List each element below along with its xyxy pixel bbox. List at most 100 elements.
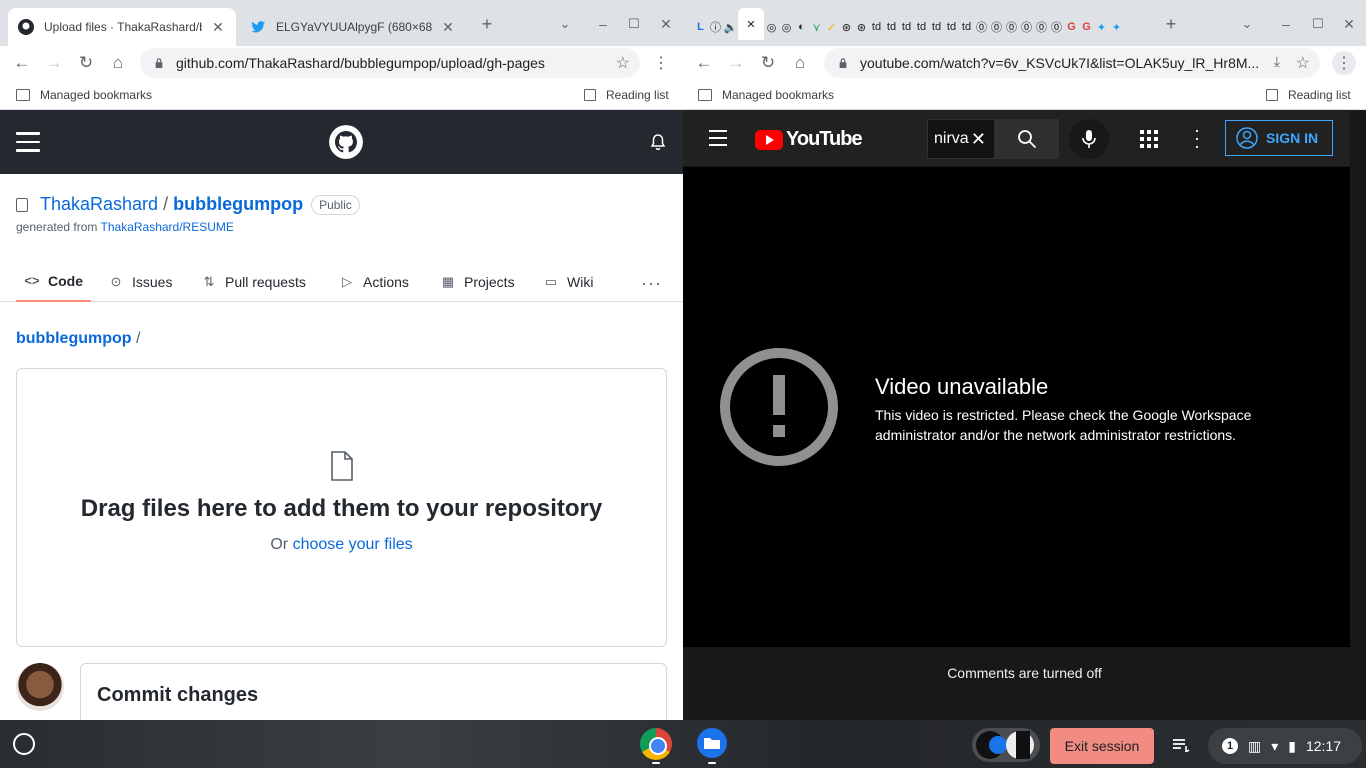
- back-icon[interactable]: ←: [692, 51, 716, 75]
- tab-pull-requests[interactable]: ⇅ Pull requests: [201, 261, 306, 302]
- google-favicon-icon[interactable]: G: [1079, 18, 1094, 36]
- mini-tab-icon[interactable]: td: [869, 18, 884, 36]
- mini-tab-icon[interactable]: ◐: [794, 18, 809, 36]
- managed-bookmarks[interactable]: Managed bookmarks: [16, 88, 152, 102]
- close-tab-icon[interactable]: ✕: [440, 19, 456, 36]
- clear-search-icon[interactable]: ✕: [971, 129, 986, 150]
- reload-icon[interactable]: ↻: [756, 51, 780, 75]
- minimize-icon[interactable]: –: [591, 12, 615, 36]
- hamburger-menu-icon[interactable]: [709, 130, 727, 151]
- choose-files-link[interactable]: choose your files: [293, 536, 413, 553]
- address-bar[interactable]: youtube.com/watch?v=6v_KSVcUk7I&list=OLA…: [824, 48, 1320, 78]
- tab-code[interactable]: <> Code: [16, 261, 91, 302]
- files-app-icon[interactable]: [697, 728, 727, 758]
- bookmark-star-icon[interactable]: ☆: [616, 53, 630, 73]
- youtube-logo[interactable]: YouTube: [755, 128, 863, 151]
- mini-tab-icon[interactable]: ⋎: [809, 18, 824, 36]
- mini-tab-icon[interactable]: ⓪: [1019, 18, 1034, 36]
- tab-search-icon[interactable]: ⌄: [553, 12, 577, 36]
- mini-tab-icon[interactable]: ⓪: [989, 18, 1004, 36]
- repo-owner-link[interactable]: ThakaRashard: [40, 194, 158, 215]
- page-scrollbar[interactable]: [1350, 111, 1366, 647]
- minimize-icon[interactable]: –: [1274, 12, 1298, 36]
- search-input[interactable]: nirva ✕: [927, 119, 995, 159]
- new-tab-button[interactable]: +: [475, 12, 499, 36]
- clipboard-list-icon[interactable]: [1172, 738, 1190, 752]
- speaker-icon[interactable]: 🔈: [723, 18, 738, 36]
- mini-tab-icon[interactable]: td: [914, 18, 929, 36]
- close-window-icon[interactable]: ✕: [1337, 12, 1361, 36]
- commit-title: Commit changes: [97, 684, 259, 706]
- close-active-tab-icon[interactable]: ✕: [738, 8, 764, 40]
- mini-tab-icon[interactable]: ⓪: [1004, 18, 1019, 36]
- twitter-favicon-icon[interactable]: ✦: [1109, 18, 1124, 36]
- mini-tab-icon[interactable]: td: [899, 18, 914, 36]
- tab-actions[interactable]: ▷ Actions: [339, 261, 409, 302]
- reload-icon[interactable]: ↻: [74, 51, 98, 75]
- system-tray[interactable]: 1 ▥ ▾ ▮ 12:17: [1208, 728, 1362, 764]
- menu-kebab-icon[interactable]: ⋮: [1332, 51, 1356, 75]
- chromeos-shelf: [0, 720, 1366, 768]
- tab-projects[interactable]: ▦ Projects: [440, 261, 515, 302]
- maximize-icon[interactable]: ☐: [622, 12, 646, 36]
- tab-issues-label: Issues: [132, 273, 173, 290]
- mini-tab-icon[interactable]: td: [884, 18, 899, 36]
- breadcrumb-repo-link[interactable]: bubblegumpop: [16, 330, 132, 347]
- mini-tab-icon[interactable]: ✓: [824, 18, 839, 36]
- mini-tab-icon[interactable]: ◎: [779, 18, 794, 36]
- mini-tab-icon[interactable]: ⓘ: [708, 18, 723, 36]
- close-tab-icon[interactable]: ✕: [210, 19, 226, 36]
- file-icon: [331, 451, 353, 481]
- apps-grid-icon[interactable]: [1140, 130, 1158, 148]
- repo-name-link[interactable]: bubblegumpop: [173, 194, 303, 215]
- twitter-favicon-icon[interactable]: ✦: [1094, 18, 1109, 36]
- new-tab-icon[interactable]: +: [1159, 12, 1183, 36]
- mini-tab-icon[interactable]: ⓪: [1049, 18, 1064, 36]
- forward-icon[interactable]: →: [42, 51, 66, 75]
- tab-search-icon[interactable]: ⌄: [1235, 12, 1259, 36]
- video-player[interactable]: Video unavailable This video is restrict…: [683, 167, 1350, 647]
- more-tabs-icon[interactable]: ···: [641, 273, 662, 294]
- address-bar[interactable]: github.com/ThakaRashard/bubblegumpop/upl…: [140, 48, 640, 78]
- reading-list[interactable]: Reading list: [584, 88, 669, 102]
- google-favicon-icon[interactable]: G: [1064, 18, 1079, 36]
- managed-bookmarks[interactable]: Managed bookmarks: [698, 88, 834, 102]
- github-header: [0, 110, 683, 174]
- hamburger-menu-icon[interactable]: [16, 132, 40, 158]
- forward-icon[interactable]: →: [724, 51, 748, 75]
- mini-tab-icon[interactable]: td: [959, 18, 974, 36]
- voice-search-button[interactable]: [1069, 119, 1109, 159]
- search-button[interactable]: [995, 119, 1059, 159]
- bookmark-star-icon[interactable]: ☆: [1296, 53, 1310, 73]
- reading-list[interactable]: Reading list: [1266, 88, 1351, 102]
- github-logo-icon[interactable]: [329, 125, 363, 159]
- tab-wiki[interactable]: ▭ Wiki: [543, 261, 594, 302]
- settings-kebab-icon[interactable]: · · ·: [1193, 121, 1201, 155]
- launcher-icon[interactable]: [13, 733, 35, 755]
- mini-tab-icon[interactable]: ◎: [764, 18, 779, 36]
- mini-tab-icon[interactable]: ⊛: [839, 18, 854, 36]
- exit-session-button[interactable]: Exit session: [1050, 728, 1154, 764]
- sign-in-button[interactable]: SIGN IN: [1225, 120, 1333, 156]
- tab-image[interactable]: ELGYaVYUUAlpygF (680×680) ✕: [240, 8, 466, 46]
- mini-tab-icon[interactable]: td: [929, 18, 944, 36]
- back-icon[interactable]: ←: [10, 51, 34, 75]
- mini-tab-icon[interactable]: ⊛: [854, 18, 869, 36]
- tab-upload-files[interactable]: Upload files · ThakaRashard/b ✕: [8, 8, 236, 46]
- home-icon[interactable]: ⌂: [106, 51, 130, 75]
- tab-issues[interactable]: ⊙ Issues: [108, 261, 173, 302]
- mini-tab-icon[interactable]: L: [693, 18, 708, 36]
- notifications-bell-icon[interactable]: [651, 134, 665, 150]
- maximize-icon[interactable]: ☐: [1306, 12, 1330, 36]
- close-window-icon[interactable]: ✕: [654, 12, 678, 36]
- chrome-app-icon[interactable]: [640, 728, 672, 760]
- mini-tab-icon[interactable]: ⓪: [1034, 18, 1049, 36]
- menu-kebab-icon[interactable]: ⋮: [649, 51, 673, 75]
- mini-tab-icon[interactable]: ⓪: [974, 18, 989, 36]
- mini-tab-icon[interactable]: td: [944, 18, 959, 36]
- desk-thumbnails[interactable]: [972, 728, 1040, 762]
- template-repo-link[interactable]: ThakaRashard/RESUME: [101, 220, 234, 234]
- file-drop-zone[interactable]: Drag files here to add them to your repo…: [16, 368, 667, 647]
- install-app-icon[interactable]: ⤓: [1274, 53, 1280, 70]
- home-icon[interactable]: ⌂: [788, 51, 812, 75]
